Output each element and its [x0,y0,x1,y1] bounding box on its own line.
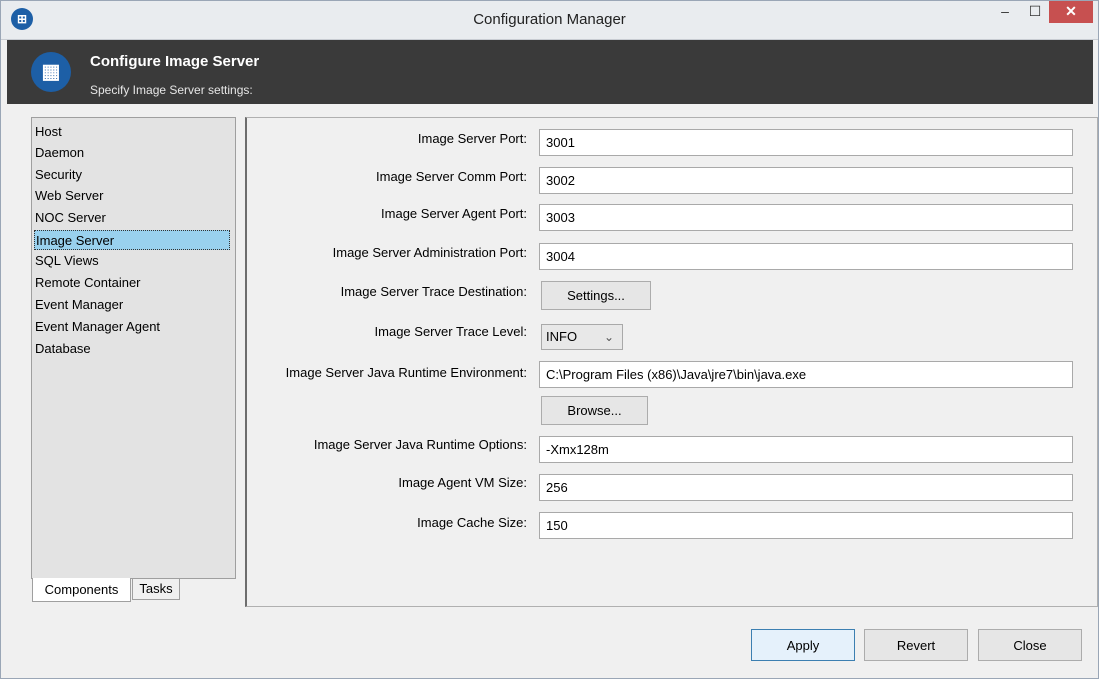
config-manager-window: ⊞ Configuration Manager – ☐ ✕ ▦ Configur… [0,0,1099,679]
window-title: Configuration Manager [473,11,626,28]
component-item-remote-container[interactable]: Remote Container [34,273,231,293]
component-item-web-server[interactable]: Web Server [34,186,231,206]
component-item-security[interactable]: Security [34,165,231,185]
minimize-icon[interactable]: – [991,1,1019,23]
comm-port-label: Image Server Comm Port: [376,169,527,184]
comm-port-input[interactable] [539,167,1073,194]
vm-size-label: Image Agent VM Size: [398,475,527,490]
component-item-database[interactable]: Database [34,339,231,359]
jre-options-label: Image Server Java Runtime Options: [313,437,527,452]
header-title: Configure Image Server [90,53,260,70]
cache-size-label: Image Cache Size: [417,515,527,530]
page-header: ▦ Configure Image Server Specify Image S… [7,40,1093,104]
building-icon: ▦ [31,52,71,92]
tab-tasks[interactable]: Tasks [132,578,180,600]
port-label: Image Server Port: [417,131,527,146]
trace-level-value: INFO [546,329,578,344]
browse-button[interactable]: Browse... [541,396,648,425]
settings-button[interactable]: Settings... [541,281,651,310]
header-subtitle: Specify Image Server settings: [90,83,253,97]
admin-port-input[interactable] [539,243,1073,270]
component-item-event-manager-agent[interactable]: Event Manager Agent [34,317,231,337]
title-bar[interactable]: ⊞ Configuration Manager – ☐ ✕ [1,1,1098,40]
component-item-daemon[interactable]: Daemon [34,143,231,163]
component-item-noc-server[interactable]: NOC Server [34,208,231,228]
component-item-event-manager[interactable]: Event Manager [34,295,231,315]
trace-level-label: Image Server Trace Level: [374,324,527,339]
component-item-sql-views[interactable]: SQL Views [34,251,231,271]
jre-options-input[interactable] [539,436,1073,463]
apply-button[interactable]: Apply [751,629,855,661]
vm-size-input[interactable] [539,474,1073,501]
component-item-image-server[interactable]: Image Server [34,230,230,250]
tab-components[interactable]: Components [32,578,131,602]
close-button[interactable]: Close [978,629,1082,661]
agent-port-label: Image Server Agent Port: [381,206,527,221]
trace-level-select[interactable]: INFO ⌄ [541,324,623,350]
admin-port-label: Image Server Administration Port: [332,245,527,260]
cache-size-input[interactable] [539,512,1073,539]
revert-button[interactable]: Revert [864,629,968,661]
component-item-host[interactable]: Host [34,122,231,142]
components-list: Host Daemon Security Web Server NOC Serv… [31,117,236,579]
jre-path-input[interactable] [539,361,1073,388]
agent-port-input[interactable] [539,204,1073,231]
chevron-down-icon: ⌄ [603,330,614,344]
maximize-icon[interactable]: ☐ [1021,1,1049,23]
close-icon[interactable]: ✕ [1049,1,1093,23]
port-input[interactable] [539,129,1073,156]
jre-label: Image Server Java Runtime Environment: [285,365,527,380]
trace-destination-label: Image Server Trace Destination: [340,284,527,299]
